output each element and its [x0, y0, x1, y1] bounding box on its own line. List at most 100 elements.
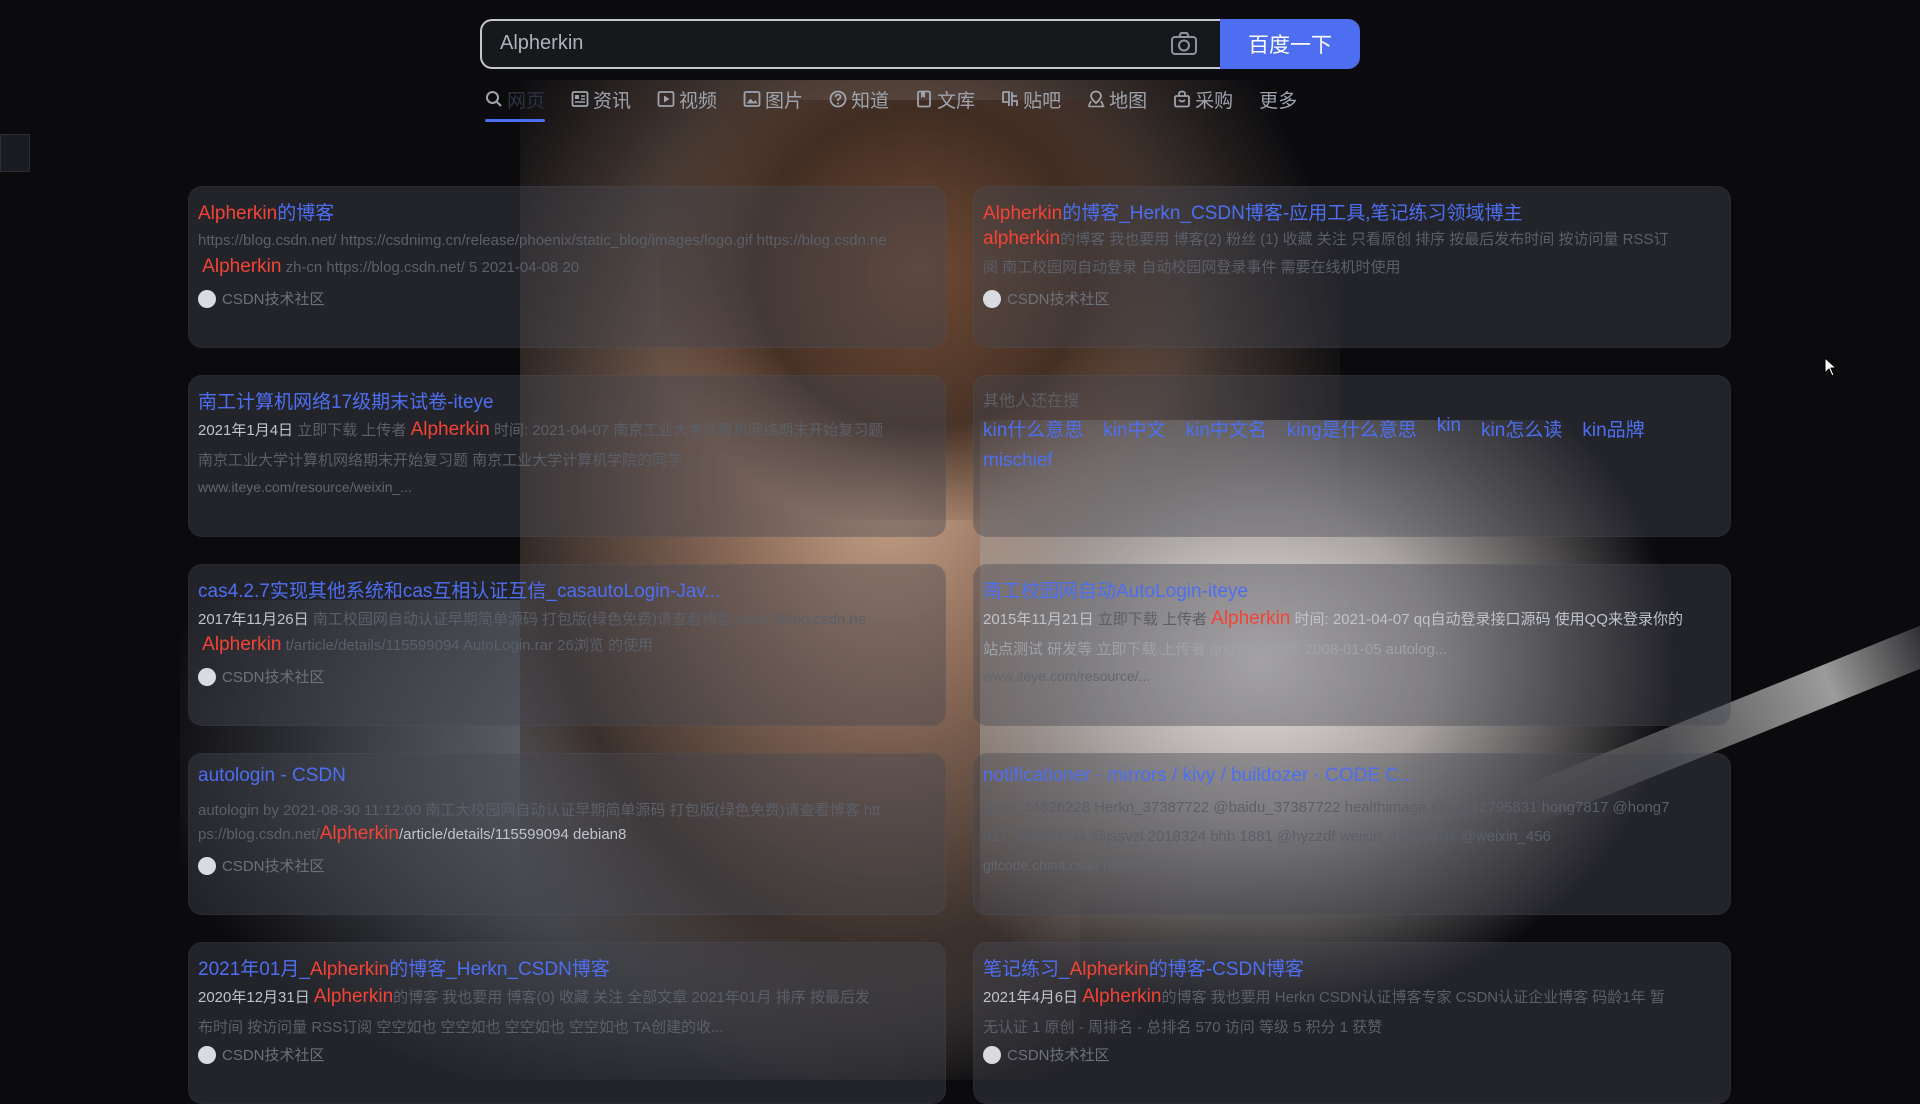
result-snippet: 2017年11月26日 南工校园网自动认证早期简单源码 打包版(绿色免费)请查看… [198, 608, 938, 629]
related-searches-card: 其他人还在搜 kin什么意思 kin中文 kin中文名 king是什么意思 ki… [973, 375, 1731, 537]
related-search-link[interactable]: kin中文 [1103, 415, 1165, 442]
result-snippet: 2021年4月6日 Alpherkin的博客 我也要用 Herkn CSDN认证… [983, 986, 1723, 1008]
shopping-bag-icon [1174, 90, 1191, 108]
tab-map[interactable]: 地图 [1087, 84, 1147, 114]
image-icon [743, 91, 761, 107]
source-name: CSDN技术社区 [222, 858, 325, 875]
csdn-logo-icon [198, 1045, 216, 1064]
snippet-text: 南工校园网自动认证早期简单源码 打包版(绿色免费)请查看博客 https://b… [312, 611, 867, 628]
tab-wenku[interactable]: 文库 [915, 84, 975, 114]
related-search-link[interactable]: kin什么意思 [983, 415, 1083, 442]
result-url[interactable]: gitcode.china.csdn.net/mirrors/kiv... [983, 857, 1201, 873]
result-title-link[interactable]: 南工校园网自动AutoLogin-iteye [983, 576, 1723, 603]
result-source[interactable]: CSDN技术社区 [983, 1044, 1110, 1065]
tieba-icon [1002, 91, 1018, 106]
result-title-link[interactable]: notificationer · mirrors / kivy / buildo… [983, 765, 1723, 787]
result-title-link[interactable]: Alpherkin的博客_Herkn_CSDN博客-应用工具,笔记练习领域博主 [983, 198, 1723, 225]
related-search-link[interactable]: kin品牌 [1582, 415, 1644, 442]
tab-purchase[interactable]: 采购 [1173, 84, 1233, 114]
camera-icon[interactable] [1170, 31, 1198, 57]
result-title-link[interactable]: 南工计算机网络17级期末试卷-iteye [198, 387, 938, 414]
title-highlight: Alpherkin [309, 959, 390, 980]
tab-news[interactable]: 资讯 [571, 84, 631, 114]
tab-zhidao[interactable]: 知道 [829, 84, 889, 114]
snippet-highlight: alpherkin [983, 228, 1061, 249]
result-title-link[interactable]: 2021年01月_Alpherkin的博客_Herkn_CSDN博客 [198, 954, 938, 981]
result-card: 南工计算机网络17级期末试卷-iteye 2021年1月4日 立即下载 上传者 … [188, 375, 946, 537]
tab-web[interactable]: 网页 [485, 84, 546, 122]
result-url[interactable]: www.iteye.com/resource/... [983, 668, 1150, 684]
snippet-text: 时间: 2021-04-07 南京工业大学计算机网络期末开始复习题 [493, 422, 884, 439]
csdn-logo-icon [983, 289, 1001, 308]
tab-label: 视频 [679, 90, 718, 112]
related-search-link[interactable]: kin [1437, 415, 1461, 442]
result-snippet: 2020年12月31日 Alpherkin的博客 我也要用 博客(0) 收藏 关… [198, 986, 938, 1008]
snippet-text: zh-cn https://blog.csdn.net/ 5 2021-04-0… [285, 259, 580, 276]
related-search-link[interactable]: kin中文名 [1186, 415, 1267, 442]
snippet-highlight: Alpherkin [410, 419, 490, 440]
tab-label: 网页 [507, 90, 546, 112]
result-snippet: 2021年1月4日 立即下载 上传者 Alpherkin 时间: 2021-04… [198, 419, 938, 441]
tab-tieba[interactable]: 贴吧 [1001, 84, 1061, 114]
map-icon [1087, 90, 1105, 108]
tab-label: 贴吧 [1023, 90, 1062, 112]
title-text: 笔记练习_ [983, 959, 1070, 980]
tab-more[interactable]: 更多 [1259, 84, 1297, 114]
result-title-link[interactable]: autologin - CSDN [198, 765, 938, 787]
csdn-logo-icon [983, 1045, 1001, 1064]
tab-label: 资讯 [593, 90, 632, 112]
result-date: 2015年11月21日 [983, 611, 1094, 628]
source-name: CSDN技术社区 [1007, 291, 1110, 308]
result-snippet: https://blog.csdn.net/ https://csdnimg.c… [198, 232, 887, 249]
result-title-link[interactable]: cas4.2.7实现其他系统和cas互相认证互信_casautoLogin-Ja… [198, 576, 938, 603]
search-input[interactable]: Alpherkin [480, 19, 1220, 69]
related-search-link[interactable]: king是什么意思 [1287, 415, 1417, 442]
snippet-text: t/article/details/115599094 AutoLogin.ra… [285, 637, 653, 654]
side-panel-toggle[interactable] [0, 134, 30, 172]
snippet-text: 时间: 2021-04-07 qq自动登录接口源码 使用QQ来登录你的 [1294, 611, 1683, 628]
result-date: 2021年1月4日 [198, 422, 294, 439]
title-text: 的博客 [277, 203, 335, 224]
snippet-highlight: Alpherkin [313, 986, 394, 1007]
snippet-highlight: Alpherkin [202, 256, 282, 277]
search-query-text: Alpherkin [500, 32, 584, 54]
result-source[interactable]: CSDN技术社区 [198, 1044, 325, 1065]
related-search-link[interactable]: mischief [983, 450, 1053, 472]
search-bar: Alpherkin 百度一下 [480, 19, 1360, 69]
related-search-link[interactable]: kin怎么读 [1481, 415, 1562, 442]
result-card: Alpherkin的博客_Herkn_CSDN博客-应用工具,笔记练习领域博主 … [973, 186, 1731, 348]
source-name: CSDN技术社区 [222, 1047, 325, 1064]
result-title-link[interactable]: 笔记练习_Alpherkin的博客-CSDN博客 [983, 954, 1723, 981]
result-url[interactable]: www.iteye.com/resource/weixin_... [198, 479, 412, 495]
source-name: CSDN技术社区 [222, 291, 325, 308]
source-name: CSDN技术社区 [222, 669, 325, 686]
result-date: 2020年12月31日 [198, 989, 310, 1006]
result-snippet: alpherkin的博客 我也要用 博客(2) 粉丝 (1) 收藏 关注 只看原… [983, 228, 1723, 250]
result-snippet: 南京工业大学计算机网络期末开始复习题 南京工业大学计算机学院的同学... [198, 452, 695, 469]
result-source[interactable]: CSDN技术社区 [198, 666, 325, 687]
result-date: 2021年4月6日 [983, 989, 1079, 1006]
title-highlight: Alpherkin [1069, 959, 1149, 980]
tab-label: 文库 [937, 90, 976, 112]
result-source[interactable]: CSDN技术社区 [983, 288, 1110, 309]
news-icon [571, 91, 589, 107]
result-snippet: 无认证 1 原创 - 周排名 - 总排名 570 访问 等级 5 积分 1 获赞 [983, 1019, 1383, 1036]
snippet-text: 的博客 我也要用 Herkn CSDN认证博客专家 CSDN认证企业博客 码龄1… [1161, 989, 1665, 1006]
snippet-text: 立即下载 上传者 [297, 422, 407, 439]
csdn-logo-icon [198, 667, 216, 686]
source-name: CSDN技术社区 [1007, 1047, 1110, 1064]
background-wallpaper [0, 0, 1920, 1080]
result-source[interactable]: CSDN技术社区 [198, 855, 325, 876]
result-snippet: 2015年11月21日 立即下载 上传者 Alpherkin 时间: 2021-… [983, 608, 1723, 630]
result-source[interactable]: CSDN技术社区 [198, 288, 325, 309]
result-title-link[interactable]: Alpherkin的博客 [198, 198, 938, 225]
result-snippet: @qq_34626228 Herkn_37387722 @baidu_37387… [983, 799, 1670, 816]
search-button[interactable]: 百度一下 [1220, 19, 1360, 69]
tab-image[interactable]: 图片 [743, 84, 803, 114]
result-snippet: autologin by 2021-08-30 11:12:00 南工大校园网自… [198, 802, 881, 819]
result-snippet: 布时间 按访问量 RSS订阅 空空如也 空空如也 空空如也 空空如也 TA创建的… [198, 1019, 724, 1036]
tab-label: 地图 [1109, 90, 1148, 112]
search-category-tabs: 网页 资讯 视频 图片 知道 文库 贴吧 地图 采购 更多 [485, 84, 1323, 124]
snippet-highlight: Alpherkin [202, 634, 282, 655]
tab-video[interactable]: 视频 [657, 84, 717, 114]
